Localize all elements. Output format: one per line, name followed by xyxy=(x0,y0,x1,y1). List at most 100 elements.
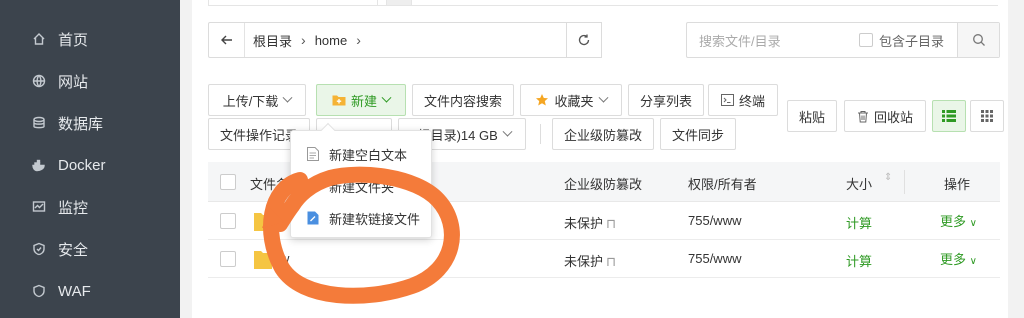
crumb-root[interactable]: 根目录 xyxy=(253,31,292,50)
chevron-down-icon xyxy=(502,126,513,137)
row-permission[interactable]: 755/www xyxy=(688,251,741,266)
list-view-button[interactable] xyxy=(932,100,966,132)
content-search-button[interactable]: 文件内容搜索 xyxy=(412,84,514,116)
tab-add[interactable] xyxy=(386,0,412,6)
row-checkbox[interactable] xyxy=(220,213,236,229)
crumb-home[interactable]: home xyxy=(315,33,348,48)
tamper-status-text: 未保护 xyxy=(564,216,604,231)
row-tamper-status: 未保护 ⊓ xyxy=(564,213,616,232)
sidebar-item-docker[interactable]: Docker xyxy=(0,144,180,186)
row-size[interactable]: 计算 xyxy=(846,251,872,270)
tab-strip xyxy=(208,0,998,6)
sort-icon[interactable]: ⇕ xyxy=(884,172,892,183)
menu-item-new-symlink[interactable]: 新建软链接文件 xyxy=(291,203,433,233)
chevron-right-icon: › xyxy=(301,32,306,48)
terminal-button[interactable]: 终端 xyxy=(708,84,778,116)
more-label: 更多 xyxy=(940,252,967,267)
docker-icon xyxy=(32,158,46,172)
unlock-icon[interactable]: ⊓ xyxy=(606,216,616,231)
paste-label: 粘贴 xyxy=(798,109,825,125)
header-tamper: 企业级防篡改 xyxy=(564,177,643,192)
header-size[interactable]: 大小 xyxy=(846,174,872,193)
sidebar-item-label: Docker xyxy=(58,156,106,174)
chevron-down-icon xyxy=(598,92,608,103)
select-all-checkbox[interactable] xyxy=(220,174,236,190)
checkbox[interactable] xyxy=(859,33,873,47)
list-view-icon xyxy=(942,110,956,122)
favorites-label: 收藏夹 xyxy=(554,93,594,109)
chevron-down-icon xyxy=(282,92,293,103)
tamper-proof-label: 企业级防篡改 xyxy=(563,127,642,143)
file-sync-button[interactable]: 文件同步 xyxy=(660,118,736,150)
sidebar-item-label: 数据库 xyxy=(58,115,104,133)
search-box: 搜索文件/目录 包含子目录 xyxy=(686,22,1000,58)
chevron-down-icon: ∨ xyxy=(969,218,977,229)
new-label: 新建 xyxy=(350,93,377,109)
sidebar-item-waf[interactable]: WAF xyxy=(0,270,180,312)
star-icon xyxy=(535,93,549,107)
paste-button[interactable]: 粘贴 xyxy=(787,100,837,132)
sidebar-item-label: 监控 xyxy=(58,199,89,217)
row-permission[interactable]: 755/www xyxy=(688,213,741,228)
row-more-button[interactable]: 更多 ∨ xyxy=(940,249,977,268)
row-more-button[interactable]: 更多 ∨ xyxy=(940,211,977,230)
table-row[interactable]: w 未保护 ⊓ 755/www 计算 更多 ∨ xyxy=(208,240,1000,278)
home-icon xyxy=(32,32,46,46)
sidebar-item-label: WAF xyxy=(58,282,91,300)
sidebar-item-website[interactable]: 网站 xyxy=(0,60,180,102)
upload-download-label: 上传/下载 xyxy=(222,93,279,109)
sidebar-item-home[interactable]: 首页 xyxy=(0,18,180,60)
row-size[interactable]: 计算 xyxy=(846,213,872,232)
tamper-proof-button[interactable]: 企业级防篡改 xyxy=(552,118,654,150)
waf-icon xyxy=(32,284,46,298)
shield-icon xyxy=(32,242,46,256)
menu-item-label: 新建文件夹 xyxy=(329,179,395,195)
chevron-down-icon xyxy=(381,92,392,103)
path-bar[interactable]: 根目录 › home › xyxy=(208,22,598,58)
folder-icon xyxy=(254,213,272,231)
sidebar-item-label: 首页 xyxy=(58,31,89,49)
terminal-icon xyxy=(720,94,734,106)
sidebar-item-label: 网站 xyxy=(58,73,89,91)
row-checkbox[interactable] xyxy=(220,251,236,267)
toolbar-divider xyxy=(540,124,541,144)
refresh-button[interactable] xyxy=(566,22,602,58)
monitor-icon xyxy=(32,200,46,214)
new-button[interactable]: 新建 xyxy=(316,84,406,116)
header-filename[interactable]: 文件名 xyxy=(250,174,289,193)
header-operations: 操作 xyxy=(944,177,971,192)
tab-active[interactable] xyxy=(208,0,378,6)
sidebar-item-monitor[interactable]: 监控 xyxy=(0,186,180,228)
link-file-icon xyxy=(307,211,321,225)
globe-icon xyxy=(32,74,46,88)
row-filename[interactable]: w xyxy=(280,251,289,266)
search-input[interactable]: 搜索文件/目录 xyxy=(687,31,859,50)
more-label: 更多 xyxy=(940,214,967,229)
row-tamper-status: 未保护 ⊓ xyxy=(564,251,616,270)
grid-view-icon xyxy=(981,110,993,122)
sidebar-item-database[interactable]: 数据库 xyxy=(0,102,180,144)
share-list-button[interactable]: 分享列表 xyxy=(628,84,704,116)
header-permission[interactable]: 权限/所有者 xyxy=(688,174,757,193)
grid-view-button[interactable] xyxy=(970,100,1004,132)
menu-item-label: 新建空白文本 xyxy=(329,147,408,163)
recycle-bin-button[interactable]: 回收站 xyxy=(844,100,926,132)
trash-icon xyxy=(857,110,869,123)
share-list-label: 分享列表 xyxy=(639,93,692,109)
file-sync-label: 文件同步 xyxy=(671,127,724,143)
menu-item-label: 新建软链接文件 xyxy=(329,211,421,227)
breadcrumb: 根目录 › home › xyxy=(245,31,370,50)
include-subdir-checkbox[interactable]: 包含子目录 xyxy=(859,31,944,50)
sidebar-item-security[interactable]: 安全 xyxy=(0,228,180,270)
database-icon xyxy=(32,116,46,130)
favorites-button[interactable]: 收藏夹 xyxy=(520,84,622,116)
unlock-icon[interactable]: ⊓ xyxy=(606,254,616,269)
chevron-down-icon: ∨ xyxy=(969,256,977,267)
folder-icon xyxy=(307,179,321,193)
search-button[interactable] xyxy=(957,23,999,57)
back-button[interactable] xyxy=(209,23,245,57)
terminal-label: 终端 xyxy=(738,93,765,109)
upload-download-button[interactable]: 上传/下载 xyxy=(208,84,306,116)
menu-item-new-blank-text[interactable]: 新建空白文本 xyxy=(291,139,433,169)
menu-item-new-folder[interactable]: 新建文件夹 xyxy=(291,171,433,201)
